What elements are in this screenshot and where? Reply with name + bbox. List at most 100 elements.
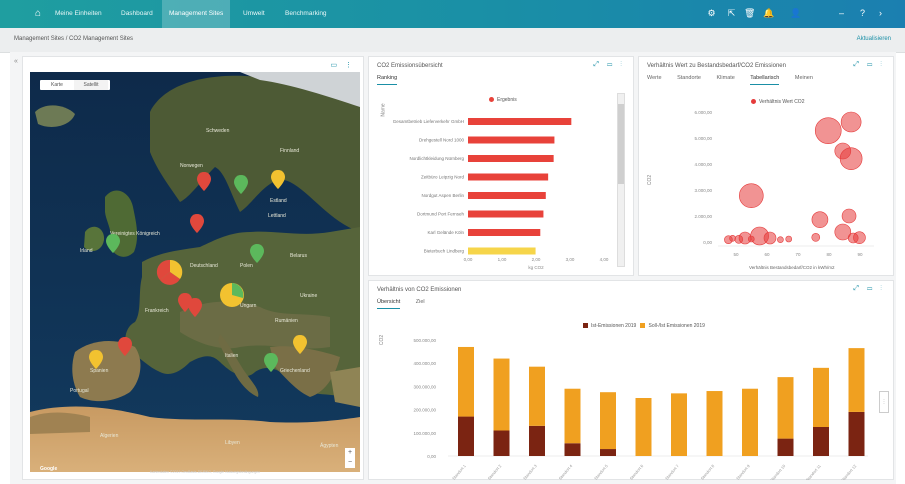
stacked-bar-actual[interactable] xyxy=(813,427,829,456)
minus-icon[interactable]: – xyxy=(836,8,847,19)
bar[interactable] xyxy=(468,173,549,181)
help-icon[interactable]: ? xyxy=(857,8,868,19)
map-type-toggle[interactable]: Karte Satellit xyxy=(40,80,110,90)
stacked-bar-target[interactable] xyxy=(706,391,723,456)
stacked-x-tick: Standort 2 xyxy=(487,463,503,480)
map-label-rumaenien: Rumänien xyxy=(275,318,298,324)
scatter-x-tick: 50 xyxy=(733,252,739,257)
zoom-out-icon[interactable]: − xyxy=(345,458,355,468)
export-icon[interactable]: ⇱ xyxy=(726,8,737,19)
scatter-point[interactable] xyxy=(785,235,793,243)
scatter-point[interactable] xyxy=(738,183,764,208)
bell-icon[interactable]: 🔔 xyxy=(763,8,774,19)
scatter-chart: 6.000,00 5.000,00 4.000,00 3.000,00 2.000,00… xyxy=(694,110,874,257)
map-label-belarus: Belarus xyxy=(290,253,307,259)
stacked-bar-actual[interactable] xyxy=(777,438,794,456)
scatter-point[interactable] xyxy=(747,235,755,243)
home-icon[interactable]: ⌂ xyxy=(32,8,44,20)
bar[interactable] xyxy=(468,210,544,218)
stacked-bar-actual[interactable] xyxy=(493,430,510,456)
stacked-bar-target[interactable] xyxy=(600,392,616,450)
map[interactable]: Schweden Finnland Norwegen Estland Lettl… xyxy=(30,72,360,472)
stacked-y-tick: 200.000,00 xyxy=(413,408,436,413)
expand-icon[interactable]: › xyxy=(875,8,886,19)
collapse-icon[interactable]: « xyxy=(14,58,18,65)
map-label-schweden: Schweden xyxy=(206,128,230,134)
scatter-point[interactable] xyxy=(840,111,862,133)
user-icon[interactable]: 👤 xyxy=(790,8,801,19)
top-navigation-bar: ⌂ Meine Einheiten Dashboard Management S… xyxy=(0,0,905,28)
scatter-x-tick: 80 xyxy=(826,252,832,257)
scatter-point[interactable] xyxy=(763,231,777,245)
stacked-x-tick: Standort 5 xyxy=(593,463,609,480)
stacked-bar-actual[interactable] xyxy=(600,449,616,456)
map-label-polen: Polen xyxy=(240,263,253,269)
bar[interactable] xyxy=(468,136,555,144)
map-type-satellit[interactable]: Satellit xyxy=(74,80,108,90)
stacked-bar-target[interactable] xyxy=(529,366,545,426)
bar-category-label: Nordgut Aspen Berlin xyxy=(421,193,464,198)
bar-category-label: Zeitbüro Leipzig Nord xyxy=(421,175,465,180)
stacked-bar-target[interactable] xyxy=(564,388,581,444)
map-label-deutschland: Deutschland xyxy=(190,263,218,269)
bar[interactable] xyxy=(468,192,546,199)
delete-icon[interactable]: 🗑 xyxy=(744,8,755,19)
map-type-karte[interactable]: Karte xyxy=(40,80,74,90)
stacked-bar-actual[interactable] xyxy=(848,411,865,456)
stacked-bar-actual[interactable] xyxy=(564,443,581,456)
google-logo: Google xyxy=(40,466,58,472)
breadcrumb[interactable]: Management Sites / CO2 Management Sites xyxy=(14,36,133,42)
scatter-point[interactable] xyxy=(777,236,784,243)
scatter-point[interactable] xyxy=(814,117,842,144)
refresh-link[interactable]: Aktualisieren xyxy=(857,36,891,42)
bar-x-label: kg CO2 xyxy=(528,265,544,270)
stacked-x-tick: Standort 10 xyxy=(769,463,787,480)
stacked-chart: 500.000,00 400.000,00 300.000,00 200.000,00… xyxy=(413,338,868,480)
scatter-point[interactable] xyxy=(853,231,866,244)
nav-dashboard[interactable]: Dashboard xyxy=(114,0,160,28)
stacked-y-tick: 100.000,00 xyxy=(413,431,436,436)
bar[interactable] xyxy=(468,118,572,125)
cluster-marker-alps[interactable] xyxy=(220,283,244,307)
nav-umwelt[interactable]: Umwelt xyxy=(236,0,272,28)
stacked-x-tick: Standort 3 xyxy=(522,463,538,480)
bar-category-label: Nordlichtkleidung Nürnberg xyxy=(409,156,464,161)
map-label-italien: Italien xyxy=(225,353,239,359)
stacked-bar-actual[interactable] xyxy=(458,416,474,456)
nav-management-sites[interactable]: Management Sites xyxy=(162,0,231,28)
bar[interactable] xyxy=(468,155,554,162)
stacked-bar-target[interactable] xyxy=(848,348,865,412)
stacked-bar-target[interactable] xyxy=(458,346,474,417)
stacked-bar-target[interactable] xyxy=(742,388,758,456)
scatter-y-tick: 5.000,00 xyxy=(694,136,712,141)
stacked-y-tick: 500.000,00 xyxy=(413,338,436,343)
nav-benchmarking[interactable]: Benchmarking xyxy=(278,0,334,28)
bar-category-label: Dortmund Port Fernseh xyxy=(417,212,465,217)
stacked-bar-target[interactable] xyxy=(671,393,687,456)
scatter-point[interactable] xyxy=(834,142,852,160)
stacked-bar-target[interactable] xyxy=(493,358,510,431)
nav-meine-einheiten[interactable]: Meine Einheiten xyxy=(48,0,109,28)
settings-icon[interactable]: ⚙ xyxy=(706,8,717,19)
scatter-point[interactable] xyxy=(811,233,821,242)
scatter-point[interactable] xyxy=(811,211,829,228)
bar-x-tick: 0,00 xyxy=(464,257,473,262)
bar[interactable] xyxy=(468,229,541,236)
stacked-bar-target[interactable] xyxy=(813,367,829,427)
scatter-point[interactable] xyxy=(734,235,744,244)
scatter-point[interactable] xyxy=(729,235,736,242)
map-panel-icons[interactable]: ▭ ⋮ xyxy=(330,61,355,69)
stacked-bar-target[interactable] xyxy=(777,377,794,439)
zoom-control[interactable]: + − xyxy=(345,448,355,468)
zoom-in-icon[interactable]: + xyxy=(345,448,355,458)
map-label-ukraine: Ukraine xyxy=(300,293,317,299)
scatter-point[interactable] xyxy=(841,208,857,224)
stacked-y-tick: 0,00 xyxy=(427,454,436,459)
stacked-bar-actual[interactable] xyxy=(529,425,545,456)
stacked-x-tick: Standort 4 xyxy=(558,463,574,480)
bar-x-tick: 3,00 xyxy=(566,257,575,262)
stacked-x-tick: Standort 1 xyxy=(451,463,467,480)
bar[interactable] xyxy=(468,247,536,255)
stacked-bar-target[interactable] xyxy=(635,398,652,456)
stacked-y-tick: 300.000,00 xyxy=(413,384,436,389)
